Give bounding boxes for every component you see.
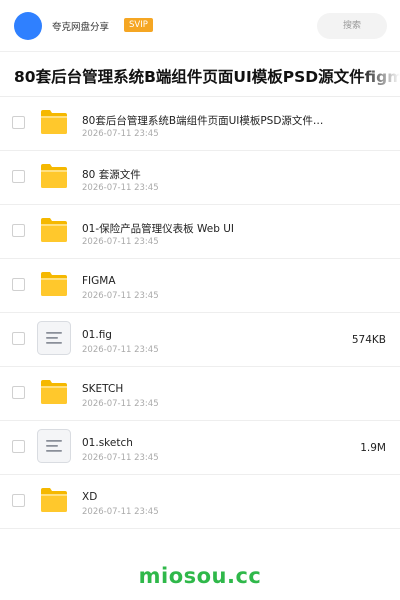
header-bar: 夸克网盘分享 SVIP 搜索 (0, 0, 400, 52)
brand-name: 夸克网盘分享 (52, 22, 110, 33)
file-icon (37, 321, 71, 355)
row-checkbox[interactable] (12, 440, 25, 453)
list-item[interactable]: 01.fig 2026-07-11 23:45 574KB (0, 313, 400, 367)
svip-badge: SVIP (124, 18, 153, 32)
item-date: 2026-07-11 23:45 (82, 291, 159, 301)
item-date: 2026-07-11 23:45 (82, 399, 159, 409)
item-size: 574KB (351, 334, 386, 346)
title-fade (360, 65, 400, 89)
row-checkbox[interactable] (12, 494, 25, 507)
item-name: 80套后台管理系统B端组件页面UI模板PSD源文件… (82, 115, 324, 127)
item-name: 80 套源文件 (82, 169, 141, 181)
item-name: SKETCH (82, 383, 124, 395)
folder-icon (41, 272, 67, 296)
list-item[interactable]: 80 套源文件 2026-07-11 23:45 (0, 151, 400, 205)
list-item[interactable]: 80套后台管理系统B端组件页面UI模板PSD源文件… 2026-07-11 23… (0, 97, 400, 151)
item-name: 01.sketch (82, 437, 133, 449)
folder-icon (41, 110, 67, 134)
item-date: 2026-07-11 23:45 (82, 129, 159, 139)
item-size: 1.9M (360, 442, 386, 454)
item-date: 2026-07-11 23:45 (82, 507, 159, 517)
row-checkbox[interactable] (12, 224, 25, 237)
list-item[interactable]: XD 2026-07-11 23:45 (0, 475, 400, 529)
list-item[interactable]: FIGMA 2026-07-11 23:45 (0, 259, 400, 313)
folder-icon (41, 380, 67, 404)
avatar[interactable] (14, 12, 42, 40)
list-item[interactable]: 01.sketch 2026-07-11 23:45 1.9M (0, 421, 400, 475)
folder-icon (41, 164, 67, 188)
page-title-text: 80套后台管理系统B端组件页面UI模板PSD源文件figma设 (14, 68, 400, 86)
item-date: 2026-07-11 23:45 (82, 453, 159, 463)
folder-icon (41, 488, 67, 512)
watermark-text: miosou.cc (138, 564, 262, 588)
item-date: 2026-07-11 23:45 (82, 183, 159, 193)
item-date: 2026-07-11 23:45 (82, 237, 159, 247)
file-icon (37, 429, 71, 463)
page-title: 80套后台管理系统B端组件页面UI模板PSD源文件figma设 (14, 65, 400, 89)
share-page: 夸克网盘分享 SVIP 搜索 80套后台管理系统B端组件页面UI模板PSD源文件… (0, 0, 400, 600)
row-checkbox[interactable] (12, 170, 25, 183)
file-list: 80套后台管理系统B端组件页面UI模板PSD源文件… 2026-07-11 23… (0, 97, 400, 529)
item-name: 01.fig (82, 329, 112, 341)
row-checkbox[interactable] (12, 332, 25, 345)
search-input[interactable]: 搜索 (317, 13, 387, 39)
item-name: FIGMA (82, 275, 116, 287)
list-item[interactable]: 01-保险产品管理仪表板 Web UI 2026-07-11 23:45 (0, 205, 400, 259)
row-checkbox[interactable] (12, 386, 25, 399)
row-checkbox[interactable] (12, 278, 25, 291)
list-item[interactable]: SKETCH 2026-07-11 23:45 (0, 367, 400, 421)
folder-icon (41, 218, 67, 242)
item-name: 01-保险产品管理仪表板 Web UI (82, 223, 234, 235)
row-checkbox[interactable] (12, 116, 25, 129)
item-name: XD (82, 491, 98, 503)
item-date: 2026-07-11 23:45 (82, 345, 159, 355)
